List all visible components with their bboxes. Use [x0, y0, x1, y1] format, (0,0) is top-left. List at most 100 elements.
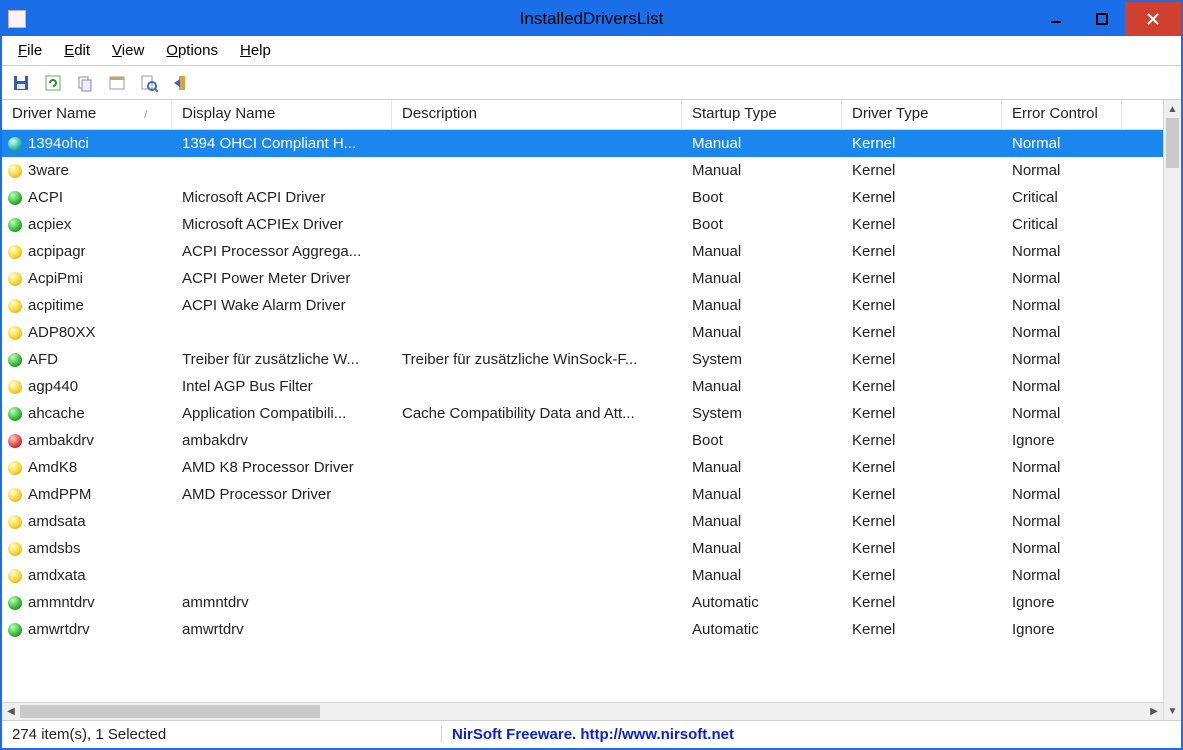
cell-startup-type: Automatic	[682, 594, 842, 611]
table-row[interactable]: ammntdrvammntdrvAutomaticKernelIgnore	[2, 589, 1163, 616]
menu-view[interactable]: View	[102, 40, 154, 61]
cell-driver-type: Kernel	[842, 189, 1002, 206]
table-row[interactable]: AmdPPMAMD Processor DriverManualKernelNo…	[2, 481, 1163, 508]
save-button[interactable]	[8, 70, 34, 96]
table-row[interactable]: ambakdrvambakdrvBootKernelIgnore	[2, 427, 1163, 454]
menu-edit[interactable]: Edit	[54, 40, 100, 61]
properties-button[interactable]	[104, 70, 130, 96]
vscroll-thumb[interactable]	[1166, 118, 1179, 168]
cell-error-control: Normal	[1002, 486, 1122, 503]
column-description[interactable]: Description	[392, 100, 682, 129]
status-dot-icon	[8, 191, 22, 205]
table-row[interactable]: acpiexMicrosoft ACPIEx DriverBootKernelC…	[2, 211, 1163, 238]
properties-icon	[108, 74, 126, 92]
cell-driver-name: 1394ohci	[2, 135, 172, 152]
cell-driver-name: AmdK8	[2, 459, 172, 476]
close-icon	[1146, 12, 1160, 26]
table-row[interactable]: AcpiPmiACPI Power Meter DriverManualKern…	[2, 265, 1163, 292]
horizontal-scrollbar[interactable]: ◀ ▶	[2, 702, 1163, 720]
table-row[interactable]: AFD Treiber für zusätzliche W...Treiber f…	[2, 346, 1163, 373]
column-display-name[interactable]: Display Name	[172, 100, 392, 129]
cell-error-control: Normal	[1002, 459, 1122, 476]
cell-startup-type: Boot	[682, 216, 842, 233]
table-row[interactable]: amdsataManualKernelNormal	[2, 508, 1163, 535]
cell-display-name: Treiber für zusätzliche W...	[172, 351, 392, 368]
hscroll-thumb[interactable]	[20, 705, 320, 718]
table-row[interactable]: amdxataManualKernelNormal	[2, 562, 1163, 589]
cell-error-control: Ignore	[1002, 432, 1122, 449]
cell-driver-type: Kernel	[842, 324, 1002, 341]
menu-options[interactable]: Options	[156, 40, 228, 61]
driver-name-label: amdsbs	[28, 540, 81, 557]
cell-startup-type: Manual	[682, 162, 842, 179]
cell-driver-name: ahcache	[2, 405, 172, 422]
refresh-button[interactable]	[40, 70, 66, 96]
table-row[interactable]: 1394ohci1394 OHCI Compliant H...ManualKe…	[2, 130, 1163, 157]
table-row[interactable]: acpitimeACPI Wake Alarm DriverManualKern…	[2, 292, 1163, 319]
cell-startup-type: Manual	[682, 540, 842, 557]
cell-driver-type: Kernel	[842, 405, 1002, 422]
cell-driver-name: amwrtdrv	[2, 621, 172, 638]
cell-driver-type: Kernel	[842, 216, 1002, 233]
maximize-button[interactable]	[1079, 2, 1125, 36]
cell-error-control: Normal	[1002, 540, 1122, 557]
cell-driver-name: amdsbs	[2, 540, 172, 557]
cell-startup-type: Manual	[682, 567, 842, 584]
find-button[interactable]	[136, 70, 162, 96]
driver-name-label: ambakdrv	[28, 432, 94, 449]
cell-description: Treiber für zusätzliche WinSock-F...	[392, 351, 682, 368]
menu-help[interactable]: Help	[230, 40, 281, 61]
cell-startup-type: Manual	[682, 135, 842, 152]
cell-error-control: Normal	[1002, 162, 1122, 179]
copy-button[interactable]	[72, 70, 98, 96]
column-startup-type[interactable]: Startup Type	[682, 100, 842, 129]
cell-driver-type: Kernel	[842, 486, 1002, 503]
maximize-icon	[1096, 13, 1108, 25]
cell-driver-type: Kernel	[842, 270, 1002, 287]
vertical-scrollbar[interactable]: ▲ ▼	[1163, 100, 1181, 720]
scroll-left-icon[interactable]: ◀	[2, 703, 20, 720]
cell-startup-type: Manual	[682, 513, 842, 530]
scroll-right-icon[interactable]: ▶	[1145, 703, 1163, 720]
driver-rows[interactable]: 1394ohci1394 OHCI Compliant H...ManualKe…	[2, 130, 1163, 702]
cell-driver-name: AmdPPM	[2, 486, 172, 503]
table-row[interactable]: amwrtdrvamwrtdrvAutomaticKernelIgnore	[2, 616, 1163, 643]
table-row[interactable]: 3wareManualKernelNormal	[2, 157, 1163, 184]
cell-startup-type: Manual	[682, 297, 842, 314]
cell-driver-type: Kernel	[842, 135, 1002, 152]
menu-file[interactable]: File	[8, 40, 52, 61]
table-row[interactable]: ahcacheApplication Compatibili...Cache C…	[2, 400, 1163, 427]
window-title: InstalledDriversList	[520, 9, 664, 29]
cell-driver-name: ADP80XX	[2, 324, 172, 341]
status-dot-icon	[8, 596, 22, 610]
close-button[interactable]	[1125, 2, 1181, 36]
status-link[interactable]: NirSoft Freeware. http://www.nirsoft.net	[442, 726, 744, 743]
cell-driver-type: Kernel	[842, 540, 1002, 557]
column-error-control[interactable]: Error Control	[1002, 100, 1122, 129]
minimize-button[interactable]	[1033, 2, 1079, 36]
refresh-icon	[44, 74, 62, 92]
cell-display-name: AMD K8 Processor Driver	[172, 459, 392, 476]
table-row[interactable]: AmdK8AMD K8 Processor DriverManualKernel…	[2, 454, 1163, 481]
table-row[interactable]: acpipagrACPI Processor Aggrega...ManualK…	[2, 238, 1163, 265]
column-driver-name[interactable]: Driver Name /	[2, 100, 172, 129]
cell-startup-type: Boot	[682, 432, 842, 449]
title-bar[interactable]: InstalledDriversList	[2, 2, 1181, 36]
cell-display-name: ACPI Wake Alarm Driver	[172, 297, 392, 314]
column-driver-type[interactable]: Driver Type	[842, 100, 1002, 129]
hscroll-track[interactable]	[20, 703, 1145, 720]
cell-error-control: Ignore	[1002, 594, 1122, 611]
table-row[interactable]: ACPIMicrosoft ACPI DriverBootKernelCriti…	[2, 184, 1163, 211]
table-row[interactable]: agp440Intel AGP Bus FilterManualKernelNo…	[2, 373, 1163, 400]
scroll-up-icon[interactable]: ▲	[1164, 100, 1181, 118]
cell-driver-name: acpipagr	[2, 243, 172, 260]
table-row[interactable]: amdsbs ManualKernelNormal	[2, 535, 1163, 562]
exit-button[interactable]	[168, 70, 194, 96]
table-row[interactable]: ADP80XXManualKernelNormal	[2, 319, 1163, 346]
cell-startup-type: Boot	[682, 189, 842, 206]
scroll-down-icon[interactable]: ▼	[1164, 702, 1181, 720]
cell-startup-type: Automatic	[682, 621, 842, 638]
driver-name-label: ahcache	[28, 405, 85, 422]
cell-startup-type: Manual	[682, 378, 842, 395]
driver-name-label: AFD	[28, 351, 58, 368]
